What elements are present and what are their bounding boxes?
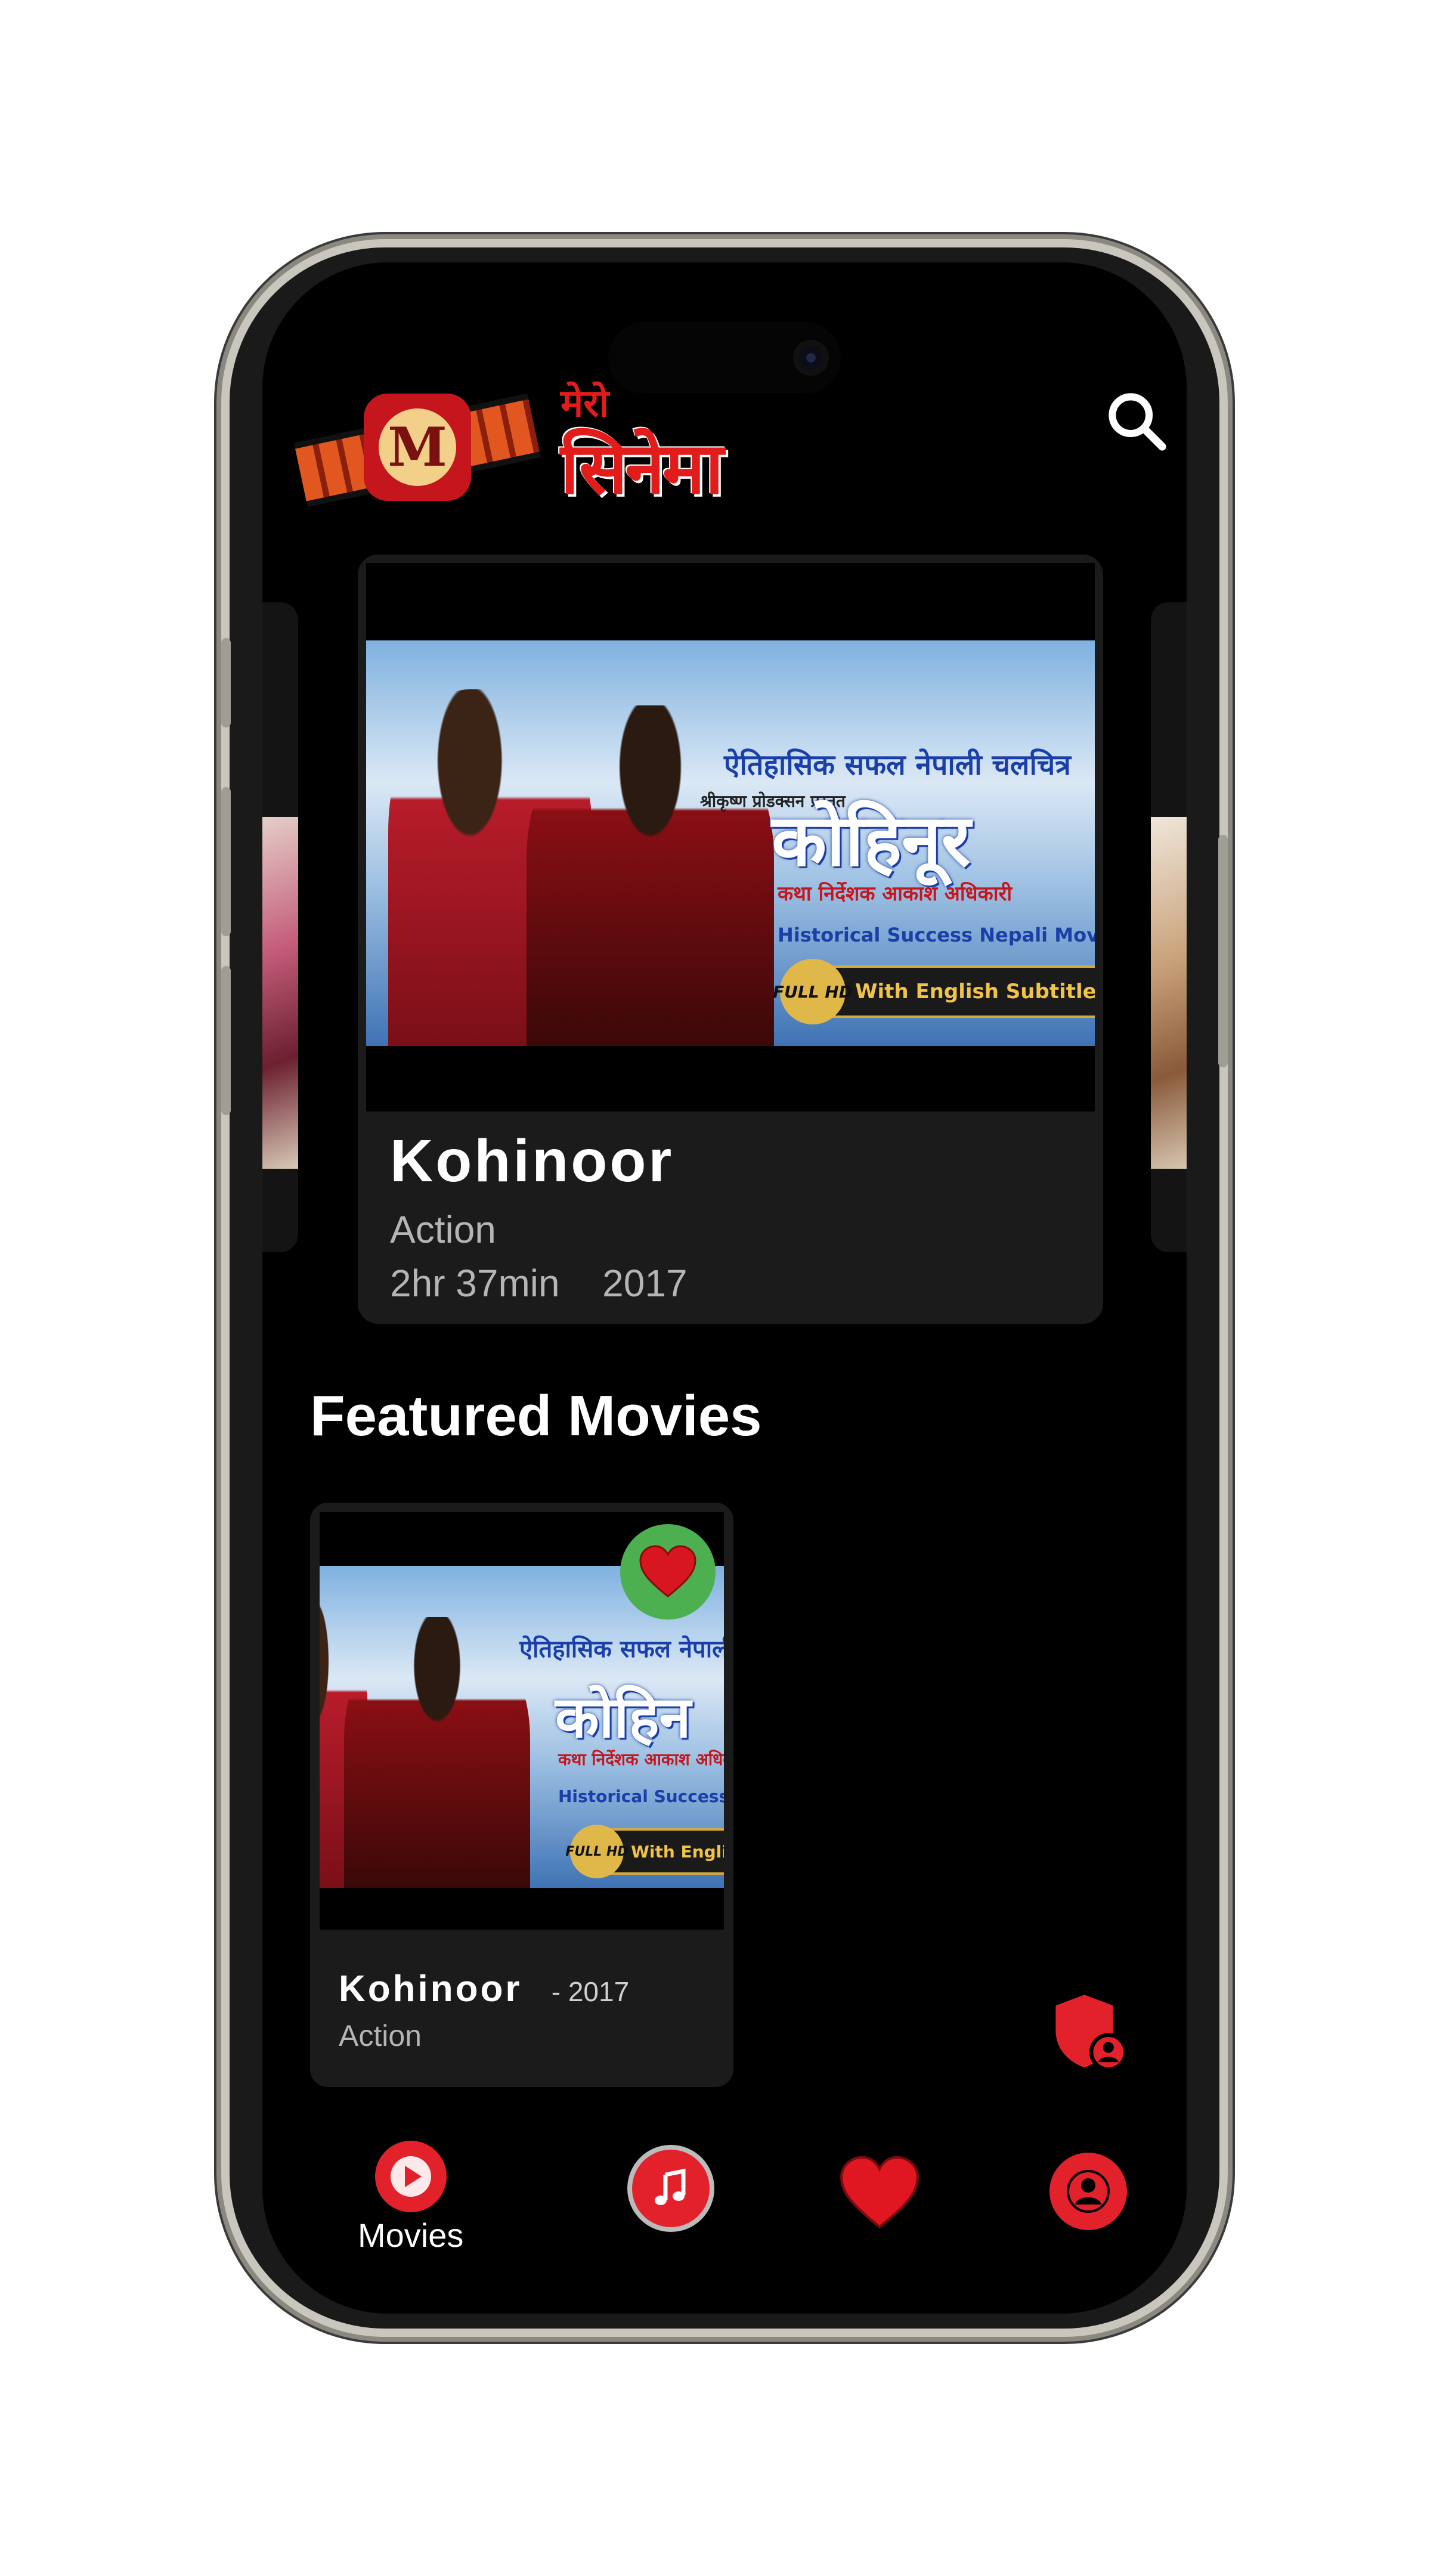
featured-poster-title: कोहिन: [555, 1683, 691, 1751]
featured-poster-director: कथा निर्देशक आकाश अधिक: [558, 1750, 724, 1769]
poster-subtitle: Historical Success Nepali Movie: [778, 924, 1095, 946]
nav-movies[interactable]: Movies: [358, 2141, 463, 2255]
phone-silent-switch: [221, 638, 231, 727]
nav-music[interactable]: [632, 2150, 710, 2227]
featured-title: Kohinoor: [339, 1968, 522, 2010]
movie-year: 2017: [602, 1262, 688, 1305]
featured-hd-label: FULL HD: [565, 1825, 628, 1878]
poster-hd-badge: FULL HD With English Subtitle: [773, 959, 1095, 1024]
movie-meta: 2hr 37min 2017: [390, 1261, 688, 1305]
featured-subtitle-badge-text: With English: [631, 1841, 724, 1862]
poster-frame: ऐतिहासिक सफल नेपाली चलचित्र श्रीकृष्ण प्…: [366, 563, 1095, 1111]
featured-hd-badge: FULL HD With English: [565, 1825, 724, 1878]
app-logo[interactable]: M मेरो सिनेमा: [293, 376, 787, 519]
featured-title-row: Kohinoor - 2017: [339, 1968, 629, 2010]
phone-volume-down: [221, 966, 231, 1115]
carousel-next-card[interactable]: [1151, 602, 1187, 1252]
phone-volume-up: [221, 787, 231, 936]
shield-user-icon[interactable]: [1049, 1992, 1127, 2069]
subtitle-badge-text: With English Subtitle: [855, 980, 1095, 1004]
poster-title: कोहिनूर: [772, 798, 971, 883]
phone-power-button: [1218, 835, 1228, 1067]
app-screen: M मेरो सिनेमा ऐतिहासिक सफल नेपाली चलचित्…: [262, 262, 1187, 2314]
search-icon[interactable]: [1103, 388, 1169, 453]
movie-poster: ऐतिहासिक सफल नेपाली चलचित्र श्रीकृष्ण प्…: [366, 640, 1095, 1046]
play-icon: [374, 2141, 447, 2212]
camera: [793, 340, 829, 376]
carousel-prev-card[interactable]: [262, 602, 298, 1252]
nav-favorites[interactable]: [838, 2156, 921, 2230]
logo-text-large: सिनेमा: [561, 426, 724, 510]
movie-title: Kohinoor: [390, 1128, 674, 1194]
featured-poster-subtitle: Historical Success Nepa: [558, 1787, 724, 1806]
heart-icon: [840, 2156, 919, 2229]
logo-monogram: M: [379, 408, 456, 486]
featured-poster-tagline: ऐतिहासिक सफल नेपाली: [519, 1636, 724, 1663]
music-icon: [632, 2150, 710, 2227]
profile-icon: [1049, 2153, 1127, 2230]
poster-director: कथा निर्देशक आकाश अधिकारी: [778, 882, 1013, 906]
movie-genre: Action: [390, 1208, 496, 1251]
poster-tagline: ऐतिहासिक सफल नेपाली चलचित्र: [724, 748, 1071, 782]
nav-movies-label: Movies: [358, 2216, 464, 2254]
featured-heading: Featured Movies: [310, 1384, 762, 1448]
favorite-button[interactable]: [620, 1524, 716, 1620]
hd-label: FULL HD: [773, 959, 853, 1024]
carousel-active-card[interactable]: ऐतिहासिक सफल नेपाली चलचित्र श्रीकृष्ण प्…: [358, 555, 1103, 1324]
heart-icon: [639, 1545, 696, 1597]
movie-duration: 2hr 37min: [390, 1262, 560, 1305]
next-poster: [1151, 817, 1187, 1169]
poster-figure-woman: [343, 1617, 530, 1888]
nav-profile[interactable]: [1049, 2153, 1127, 2230]
featured-genre: Action: [339, 2019, 422, 2052]
prev-poster: [262, 817, 298, 1169]
featured-year: - 2017: [551, 1976, 630, 2007]
logo-badge: M: [364, 394, 471, 501]
